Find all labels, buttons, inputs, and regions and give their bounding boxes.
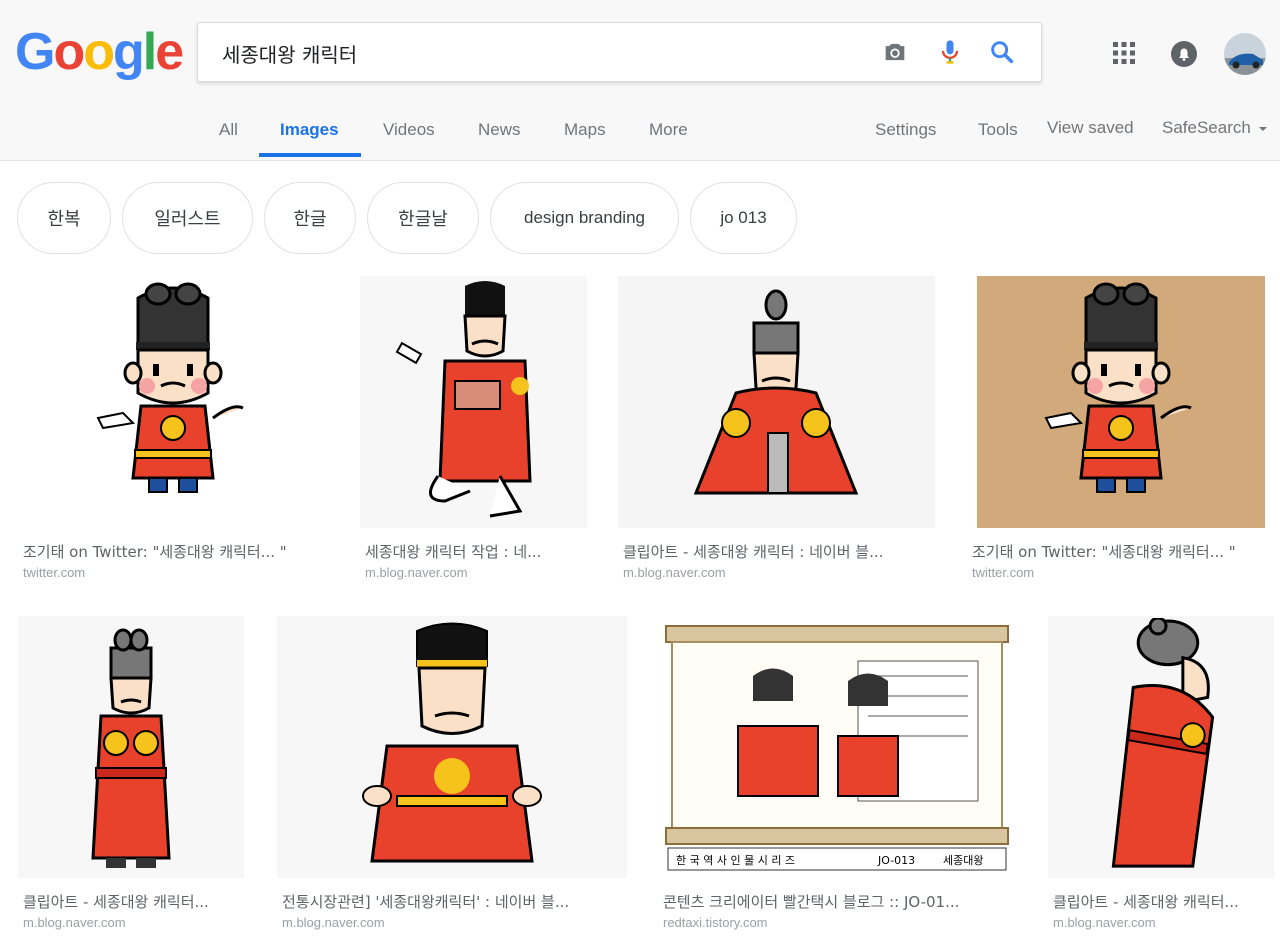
caret-down-icon — [1258, 127, 1267, 131]
result-domain: m.blog.naver.com — [23, 915, 126, 930]
image-result-2[interactable] — [360, 276, 587, 528]
tab-settings[interactable]: Settings — [875, 120, 936, 140]
tab-view-saved[interactable]: View saved — [1047, 118, 1134, 138]
chip-hangul-day[interactable]: 한글날 — [367, 182, 479, 254]
result-caption[interactable]: 조기태 on Twitter: "세종대왕 캐릭터... " — [23, 541, 323, 562]
chip-design-branding[interactable]: design branding — [490, 182, 679, 254]
chip-jo-013[interactable]: jo 013 — [690, 182, 797, 254]
result-domain: redtaxi.tistory.com — [663, 915, 768, 930]
image-result-6[interactable] — [277, 616, 627, 878]
tab-images[interactable]: Images — [280, 120, 339, 140]
chip-hangul[interactable]: 한글 — [264, 182, 356, 254]
chibi-character-image — [96, 282, 245, 494]
result-caption[interactable]: 콘텐츠 크리에이터 빨간택시 블로그 :: JO-01... — [663, 891, 1008, 912]
result-domain: twitter.com — [972, 565, 1035, 580]
result-caption[interactable]: 전통시장관련] '세종대왕캐릭터' : 네이버 블... — [282, 891, 622, 912]
reading-king-image — [395, 281, 532, 518]
image-result-7[interactable]: 한 국 역 사 인 물 시 리 즈 JO-013 세종대왕 — [658, 616, 1016, 878]
logo-letter: g — [112, 23, 145, 81]
logo-letter: o — [83, 23, 115, 81]
tab-videos[interactable]: Videos — [383, 120, 435, 140]
market-king-image — [362, 622, 542, 863]
tab-more[interactable]: More — [649, 120, 688, 140]
logo-letter: o — [53, 23, 85, 81]
result-caption[interactable]: 클립아트 - 세종대왕 캐릭터 : 네이버 블... — [623, 541, 933, 562]
image-result-8[interactable] — [1048, 616, 1274, 878]
bending-king-image — [1111, 618, 1215, 868]
result-domain: m.blog.naver.com — [365, 565, 468, 580]
header: Google 세종대왕 캐릭터 All Images Videos News M… — [0, 0, 1280, 161]
tab-news[interactable]: News — [478, 120, 521, 140]
scroll-painting-image: 한 국 역 사 인 물 시 리 즈 JO-013 세종대왕 — [665, 625, 1009, 871]
scroll-name-label: 세종대왕 — [943, 854, 983, 867]
logo-text: Google — [15, 22, 184, 82]
search-box — [197, 22, 1042, 82]
chip-illust[interactable]: 일러스트 — [122, 182, 253, 254]
search-icon[interactable] — [988, 38, 1016, 66]
logo-letter: l — [142, 23, 158, 81]
camera-icon[interactable] — [881, 38, 909, 66]
tab-safesearch[interactable]: SafeSearch — [1162, 118, 1268, 138]
result-domain: m.blog.naver.com — [623, 565, 726, 580]
avatar[interactable] — [1223, 32, 1267, 76]
apps-grid-icon[interactable] — [1112, 41, 1136, 65]
result-domain: m.blog.naver.com — [282, 915, 385, 930]
tab-maps[interactable]: Maps — [564, 120, 606, 140]
scroll-code-label: JO-013 — [877, 854, 915, 867]
search-input[interactable] — [220, 37, 864, 69]
standing-king-image — [91, 628, 171, 870]
chip-hanbok[interactable]: 한복 — [17, 182, 111, 254]
search-tabs: All Images Videos News Maps More Setting… — [0, 104, 1280, 160]
notifications-icon[interactable] — [1170, 40, 1198, 68]
image-result-1[interactable] — [18, 276, 328, 528]
result-caption[interactable]: 클립아트 - 세종대왕 캐릭터... — [23, 891, 245, 912]
active-tab-indicator — [259, 153, 361, 157]
scroll-series-label: 한 국 역 사 인 물 시 리 즈 — [676, 854, 795, 867]
image-result-4[interactable] — [977, 276, 1265, 528]
sitting-king-image — [694, 289, 858, 495]
tab-tools[interactable]: Tools — [978, 120, 1018, 140]
microphone-icon[interactable] — [936, 38, 964, 66]
result-caption[interactable]: 조기태 on Twitter: "세종대왕 캐릭터... " — [972, 541, 1272, 562]
result-domain: m.blog.naver.com — [1053, 915, 1156, 930]
result-caption[interactable]: 세종대왕 캐릭터 작업 : 네... — [365, 541, 585, 562]
image-result-3[interactable] — [618, 276, 935, 528]
google-logo[interactable]: Google — [15, 22, 184, 82]
tab-all[interactable]: All — [219, 120, 238, 140]
chibi-character-image — [1044, 282, 1193, 494]
logo-letter: e — [155, 23, 184, 81]
image-result-5[interactable] — [18, 616, 244, 878]
safesearch-label: SafeSearch — [1162, 118, 1251, 137]
result-domain: twitter.com — [23, 565, 86, 580]
result-caption[interactable]: 클립아트 - 세종대왕 캐릭터... — [1053, 891, 1275, 912]
logo-letter: G — [15, 23, 55, 81]
